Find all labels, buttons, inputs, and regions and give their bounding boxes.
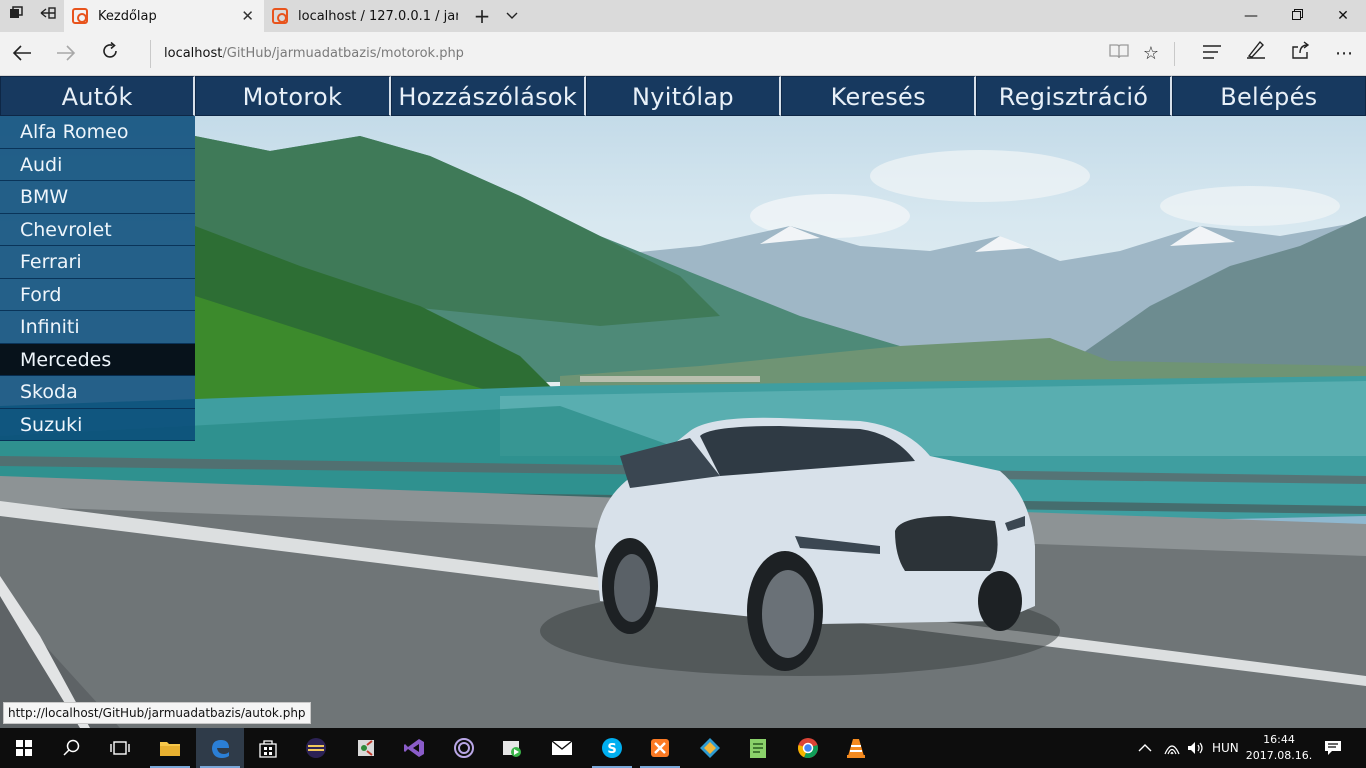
menu-item-ferrari[interactable]: Ferrari (0, 246, 195, 279)
browser-toolbar: localhost/GitHub/jarmuadatbazis/motorok.… (0, 32, 1366, 76)
show-hidden-icons-icon[interactable] (1138, 728, 1152, 768)
nav-regisztracio[interactable]: Regisztráció (976, 76, 1172, 116)
clock-date: 2017.08.16. (1245, 749, 1313, 762)
edge-icon[interactable] (196, 728, 244, 768)
visual-studio-icon[interactable] (390, 728, 438, 768)
task-view-icon[interactable] (96, 728, 144, 768)
nav-kereses[interactable]: Keresés (781, 76, 977, 116)
menu-item-mercedes[interactable]: Mercedes (0, 343, 195, 376)
nav-autok[interactable]: Autók (0, 76, 196, 116)
media-icon[interactable] (488, 728, 536, 768)
menu-item-infiniti[interactable]: Infiniti (0, 311, 195, 344)
xampp-icon[interactable] (636, 728, 684, 768)
page-viewport: Autók Motorok Hozzászólások Nyitólap Ker… (0, 76, 1366, 728)
file-explorer-icon[interactable] (146, 728, 194, 768)
app-icon[interactable] (686, 728, 734, 768)
svg-text:S: S (607, 742, 616, 757)
menu-item-audi[interactable]: Audi (0, 148, 195, 181)
taskbar: S HUN 16:44 2017.08.16. (0, 728, 1366, 768)
menu-item-suzuki[interactable]: Suzuki (0, 408, 195, 441)
toolbar-divider (1174, 42, 1175, 66)
notepad-icon[interactable] (734, 728, 782, 768)
set-aside-tabs-icon[interactable] (32, 0, 64, 32)
close-tab-icon[interactable]: ✕ (241, 0, 254, 32)
tab-title: localhost / 127.0.0.1 / jarmu (298, 8, 458, 24)
new-tab-icon[interactable]: + (466, 0, 498, 32)
share-icon[interactable] (1278, 32, 1322, 76)
clock-time: 16:44 (1263, 733, 1295, 746)
tab-title: Kezdőlap (98, 8, 157, 24)
clock[interactable]: 16:44 2017.08.16. (1244, 732, 1314, 764)
nav-nyitolap[interactable]: Nyitólap (585, 76, 782, 116)
autok-dropdown-menu: Alfa Romeo Audi BMW Chevrolet Ferrari Fo… (0, 116, 195, 441)
menu-item-skoda[interactable]: Skoda (0, 376, 195, 409)
xampp-favicon-icon (272, 8, 288, 24)
forward-icon[interactable] (44, 32, 88, 76)
menu-item-chevrolet[interactable]: Chevrolet (0, 213, 195, 246)
link-status-bar: http://localhost/GitHub/jarmuadatbazis/a… (3, 702, 311, 724)
menu-item-alfa-romeo[interactable]: Alfa Romeo (0, 116, 195, 149)
address-host: localhost (164, 46, 223, 61)
nav-belepes[interactable]: Belépés (1171, 76, 1366, 116)
tab-strip: Kezdőlap ✕ localhost / 127.0.0.1 / jarmu… (0, 0, 1366, 32)
action-center-icon[interactable] (1324, 728, 1342, 768)
search-icon[interactable] (48, 728, 96, 768)
menu-item-bmw[interactable]: BMW (0, 181, 195, 214)
start-icon[interactable] (0, 728, 48, 768)
store-icon[interactable] (244, 728, 292, 768)
mail-icon[interactable] (538, 728, 586, 768)
close-window-icon[interactable]: ✕ (1320, 0, 1366, 32)
web-note-icon[interactable] (1234, 32, 1278, 76)
tor-icon[interactable] (440, 728, 488, 768)
chrome-icon[interactable] (784, 728, 832, 768)
restore-icon[interactable] (1274, 0, 1320, 32)
hub-icon[interactable] (1190, 32, 1234, 76)
background-landscape-image (0, 136, 1366, 728)
tab-preview-chevron-icon[interactable] (496, 0, 528, 32)
site-navigation: Autók Motorok Hozzászólások Nyitólap Ker… (0, 76, 1366, 116)
tab-actions-icon[interactable] (0, 0, 32, 32)
tab-kezdolap[interactable]: Kezdőlap ✕ (64, 0, 264, 32)
skype-icon[interactable]: S (588, 728, 636, 768)
xampp-favicon-icon (72, 8, 88, 24)
address-bar[interactable]: localhost/GitHub/jarmuadatbazis/motorok.… (150, 40, 710, 68)
favorite-star-icon[interactable]: ☆ (1129, 32, 1173, 76)
refresh-icon[interactable] (88, 32, 132, 76)
tab-phpmyadmin[interactable]: localhost / 127.0.0.1 / jarmu (264, 0, 464, 32)
nav-motorok[interactable]: Motorok (195, 76, 391, 116)
nav-hozzaszolasok[interactable]: Hozzászólások (390, 76, 586, 116)
git-gui-icon[interactable] (342, 728, 390, 768)
more-actions-icon[interactable]: ⋯ (1322, 32, 1366, 76)
vlc-icon[interactable] (832, 728, 880, 768)
minimize-icon[interactable]: — (1228, 0, 1274, 32)
volume-icon[interactable] (1187, 728, 1205, 768)
menu-item-ford[interactable]: Ford (0, 278, 195, 311)
back-icon[interactable] (0, 32, 44, 76)
network-icon[interactable] (1164, 728, 1180, 768)
language-indicator[interactable]: HUN (1212, 728, 1239, 768)
eclipse-icon[interactable] (292, 728, 340, 768)
address-path: /GitHub/jarmuadatbazis/motorok.php (222, 46, 464, 61)
